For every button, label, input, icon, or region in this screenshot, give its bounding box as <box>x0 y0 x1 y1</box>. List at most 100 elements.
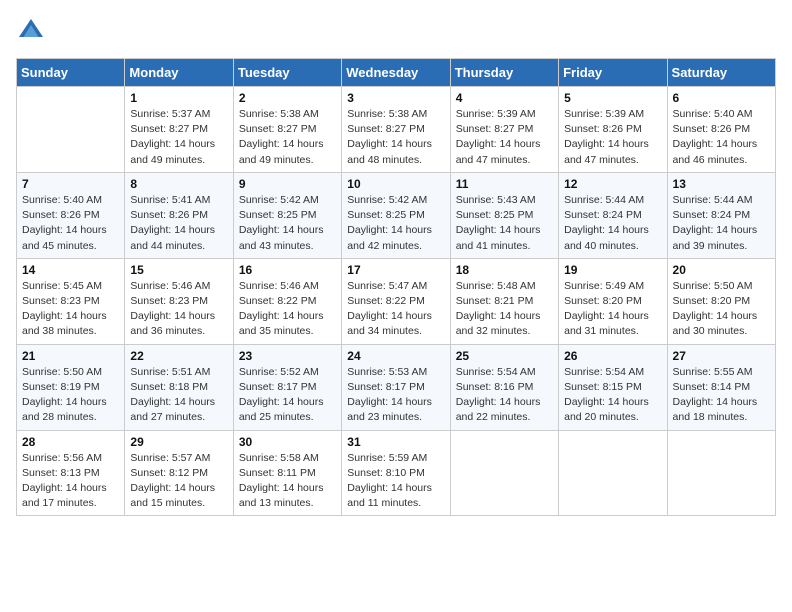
day-number: 1 <box>130 91 227 105</box>
calendar-cell: 29 Sunrise: 5:57 AM Sunset: 8:12 PM Dayli… <box>125 430 233 516</box>
calendar-header-row: SundayMondayTuesdayWednesdayThursdayFrid… <box>17 59 776 87</box>
day-info: Sunrise: 5:54 AM Sunset: 8:15 PM Dayligh… <box>564 365 661 426</box>
day-info: Sunrise: 5:57 AM Sunset: 8:12 PM Dayligh… <box>130 451 227 512</box>
weekday-header-thursday: Thursday <box>450 59 558 87</box>
day-info: Sunrise: 5:38 AM Sunset: 8:27 PM Dayligh… <box>239 107 336 168</box>
day-info: Sunrise: 5:44 AM Sunset: 8:24 PM Dayligh… <box>673 193 770 254</box>
calendar-cell: 6 Sunrise: 5:40 AM Sunset: 8:26 PM Daylig… <box>667 87 775 173</box>
calendar-cell: 25 Sunrise: 5:54 AM Sunset: 8:16 PM Dayli… <box>450 344 558 430</box>
calendar-cell: 27 Sunrise: 5:55 AM Sunset: 8:14 PM Dayli… <box>667 344 775 430</box>
day-number: 18 <box>456 263 553 277</box>
calendar-cell: 16 Sunrise: 5:46 AM Sunset: 8:22 PM Dayli… <box>233 258 341 344</box>
calendar-cell: 31 Sunrise: 5:59 AM Sunset: 8:10 PM Dayli… <box>342 430 450 516</box>
day-number: 4 <box>456 91 553 105</box>
calendar-cell: 11 Sunrise: 5:43 AM Sunset: 8:25 PM Dayli… <box>450 172 558 258</box>
calendar-week-row: 7 Sunrise: 5:40 AM Sunset: 8:26 PM Daylig… <box>17 172 776 258</box>
calendar-cell: 8 Sunrise: 5:41 AM Sunset: 8:26 PM Daylig… <box>125 172 233 258</box>
day-number: 17 <box>347 263 444 277</box>
calendar-cell <box>559 430 667 516</box>
calendar-cell: 14 Sunrise: 5:45 AM Sunset: 8:23 PM Dayli… <box>17 258 125 344</box>
weekday-header-friday: Friday <box>559 59 667 87</box>
day-info: Sunrise: 5:49 AM Sunset: 8:20 PM Dayligh… <box>564 279 661 340</box>
day-number: 15 <box>130 263 227 277</box>
day-number: 12 <box>564 177 661 191</box>
day-number: 10 <box>347 177 444 191</box>
calendar-week-row: 14 Sunrise: 5:45 AM Sunset: 8:23 PM Dayli… <box>17 258 776 344</box>
day-info: Sunrise: 5:54 AM Sunset: 8:16 PM Dayligh… <box>456 365 553 426</box>
day-number: 19 <box>564 263 661 277</box>
day-info: Sunrise: 5:44 AM Sunset: 8:24 PM Dayligh… <box>564 193 661 254</box>
calendar-cell: 28Sunrise: 5:56 AM Sunset: 8:13 PM Dayli… <box>17 430 125 516</box>
day-number: 7 <box>22 177 119 191</box>
calendar-cell: 23 Sunrise: 5:52 AM Sunset: 8:17 PM Dayli… <box>233 344 341 430</box>
day-number: 23 <box>239 349 336 363</box>
calendar-cell: 21 Sunrise: 5:50 AM Sunset: 8:19 PM Dayli… <box>17 344 125 430</box>
day-number: 27 <box>673 349 770 363</box>
calendar-week-row: 21 Sunrise: 5:50 AM Sunset: 8:19 PM Dayli… <box>17 344 776 430</box>
day-info: Sunrise: 5:39 AM Sunset: 8:27 PM Dayligh… <box>456 107 553 168</box>
weekday-header-saturday: Saturday <box>667 59 775 87</box>
weekday-header-tuesday: Tuesday <box>233 59 341 87</box>
day-number: 30 <box>239 435 336 449</box>
day-number: 16 <box>239 263 336 277</box>
calendar-cell <box>667 430 775 516</box>
day-info: Sunrise: 5:46 AM Sunset: 8:23 PM Dayligh… <box>130 279 227 340</box>
calendar-cell: 4 Sunrise: 5:39 AM Sunset: 8:27 PM Daylig… <box>450 87 558 173</box>
day-info: Sunrise: 5:50 AM Sunset: 8:20 PM Dayligh… <box>673 279 770 340</box>
day-info: Sunrise: 5:40 AM Sunset: 8:26 PM Dayligh… <box>22 193 119 254</box>
calendar-cell: 15 Sunrise: 5:46 AM Sunset: 8:23 PM Dayli… <box>125 258 233 344</box>
day-info: Sunrise: 5:46 AM Sunset: 8:22 PM Dayligh… <box>239 279 336 340</box>
day-info: Sunrise: 5:42 AM Sunset: 8:25 PM Dayligh… <box>239 193 336 254</box>
calendar-cell: 19 Sunrise: 5:49 AM Sunset: 8:20 PM Dayli… <box>559 258 667 344</box>
day-info: Sunrise: 5:53 AM Sunset: 8:17 PM Dayligh… <box>347 365 444 426</box>
logo <box>16 16 50 46</box>
day-info: Sunrise: 5:41 AM Sunset: 8:26 PM Dayligh… <box>130 193 227 254</box>
calendar-cell: 12 Sunrise: 5:44 AM Sunset: 8:24 PM Dayli… <box>559 172 667 258</box>
calendar-cell: 1 Sunrise: 5:37 AM Sunset: 8:27 PM Daylig… <box>125 87 233 173</box>
day-number: 2 <box>239 91 336 105</box>
calendar-week-row: 28Sunrise: 5:56 AM Sunset: 8:13 PM Dayli… <box>17 430 776 516</box>
calendar-cell: 18Sunrise: 5:48 AM Sunset: 8:21 PM Dayli… <box>450 258 558 344</box>
calendar-week-row: 1 Sunrise: 5:37 AM Sunset: 8:27 PM Daylig… <box>17 87 776 173</box>
day-number: 5 <box>564 91 661 105</box>
day-info: Sunrise: 5:51 AM Sunset: 8:18 PM Dayligh… <box>130 365 227 426</box>
day-info: Sunrise: 5:45 AM Sunset: 8:23 PM Dayligh… <box>22 279 119 340</box>
day-info: Sunrise: 5:38 AM Sunset: 8:27 PM Dayligh… <box>347 107 444 168</box>
day-info: Sunrise: 5:50 AM Sunset: 8:19 PM Dayligh… <box>22 365 119 426</box>
day-info: Sunrise: 5:40 AM Sunset: 8:26 PM Dayligh… <box>673 107 770 168</box>
day-number: 28 <box>22 435 119 449</box>
day-info: Sunrise: 5:37 AM Sunset: 8:27 PM Dayligh… <box>130 107 227 168</box>
calendar-cell: 30Sunrise: 5:58 AM Sunset: 8:11 PM Dayli… <box>233 430 341 516</box>
calendar-cell: 9Sunrise: 5:42 AM Sunset: 8:25 PM Daylig… <box>233 172 341 258</box>
day-number: 11 <box>456 177 553 191</box>
day-number: 22 <box>130 349 227 363</box>
day-number: 25 <box>456 349 553 363</box>
day-info: Sunrise: 5:55 AM Sunset: 8:14 PM Dayligh… <box>673 365 770 426</box>
day-number: 26 <box>564 349 661 363</box>
day-number: 14 <box>22 263 119 277</box>
calendar-table: SundayMondayTuesdayWednesdayThursdayFrid… <box>16 58 776 516</box>
calendar-cell: 24Sunrise: 5:53 AM Sunset: 8:17 PM Dayli… <box>342 344 450 430</box>
day-info: Sunrise: 5:39 AM Sunset: 8:26 PM Dayligh… <box>564 107 661 168</box>
weekday-header-monday: Monday <box>125 59 233 87</box>
day-info: Sunrise: 5:52 AM Sunset: 8:17 PM Dayligh… <box>239 365 336 426</box>
day-number: 31 <box>347 435 444 449</box>
calendar-cell: 10 Sunrise: 5:42 AM Sunset: 8:25 PM Dayli… <box>342 172 450 258</box>
day-number: 29 <box>130 435 227 449</box>
calendar-cell <box>17 87 125 173</box>
weekday-header-sunday: Sunday <box>17 59 125 87</box>
calendar-cell: 20Sunrise: 5:50 AM Sunset: 8:20 PM Dayli… <box>667 258 775 344</box>
calendar-cell: 22 Sunrise: 5:51 AM Sunset: 8:18 PM Dayli… <box>125 344 233 430</box>
calendar-cell: 7 Sunrise: 5:40 AM Sunset: 8:26 PM Daylig… <box>17 172 125 258</box>
day-number: 6 <box>673 91 770 105</box>
day-number: 21 <box>22 349 119 363</box>
day-number: 3 <box>347 91 444 105</box>
day-info: Sunrise: 5:59 AM Sunset: 8:10 PM Dayligh… <box>347 451 444 512</box>
day-number: 8 <box>130 177 227 191</box>
calendar-cell: 26 Sunrise: 5:54 AM Sunset: 8:15 PM Dayli… <box>559 344 667 430</box>
day-info: Sunrise: 5:43 AM Sunset: 8:25 PM Dayligh… <box>456 193 553 254</box>
weekday-header-wednesday: Wednesday <box>342 59 450 87</box>
calendar-cell <box>450 430 558 516</box>
day-info: Sunrise: 5:42 AM Sunset: 8:25 PM Dayligh… <box>347 193 444 254</box>
calendar-cell: 17Sunrise: 5:47 AM Sunset: 8:22 PM Dayli… <box>342 258 450 344</box>
